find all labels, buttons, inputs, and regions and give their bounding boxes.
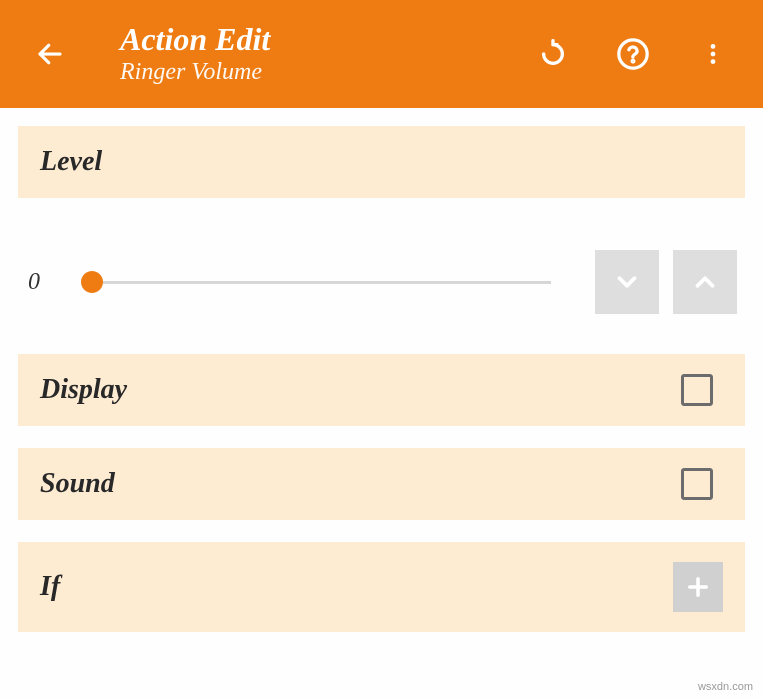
content: Level 0 Display Sound If [0, 108, 763, 632]
level-label: Level [40, 146, 102, 177]
level-value: 0 [28, 269, 68, 296]
overflow-menu-button[interactable] [693, 34, 733, 74]
display-row[interactable]: Display [18, 354, 745, 426]
add-condition-button[interactable] [673, 562, 723, 612]
sound-checkbox[interactable] [681, 468, 713, 500]
level-increase-button[interactable] [673, 250, 737, 314]
help-icon [616, 37, 650, 71]
sound-row[interactable]: Sound [18, 448, 745, 520]
sound-label: Sound [40, 468, 115, 500]
level-decrease-button[interactable] [595, 250, 659, 314]
chevron-down-icon [612, 267, 642, 297]
display-checkbox[interactable] [681, 374, 713, 406]
appbar-actions [533, 34, 733, 74]
chevron-up-icon [690, 267, 720, 297]
help-button[interactable] [613, 34, 653, 74]
plus-icon [684, 573, 712, 601]
watermark: wsxdn.com [698, 681, 753, 693]
display-label: Display [40, 374, 127, 406]
page-subtitle: Ringer Volume [120, 59, 533, 86]
level-slider-row: 0 [18, 220, 745, 354]
undo-icon [537, 38, 569, 70]
app-bar: Action Edit Ringer Volume [0, 0, 763, 108]
if-label: If [40, 571, 60, 603]
level-slider[interactable] [92, 281, 551, 284]
if-row[interactable]: If [18, 542, 745, 632]
slider-thumb[interactable] [81, 271, 103, 293]
more-vert-icon [700, 41, 726, 67]
level-step-buttons [595, 250, 737, 314]
arrow-left-icon [35, 39, 65, 69]
undo-button[interactable] [533, 34, 573, 74]
back-button[interactable] [30, 34, 70, 74]
title-block: Action Edit Ringer Volume [120, 22, 533, 86]
page-title: Action Edit [120, 22, 533, 57]
level-header: Level [18, 126, 745, 198]
